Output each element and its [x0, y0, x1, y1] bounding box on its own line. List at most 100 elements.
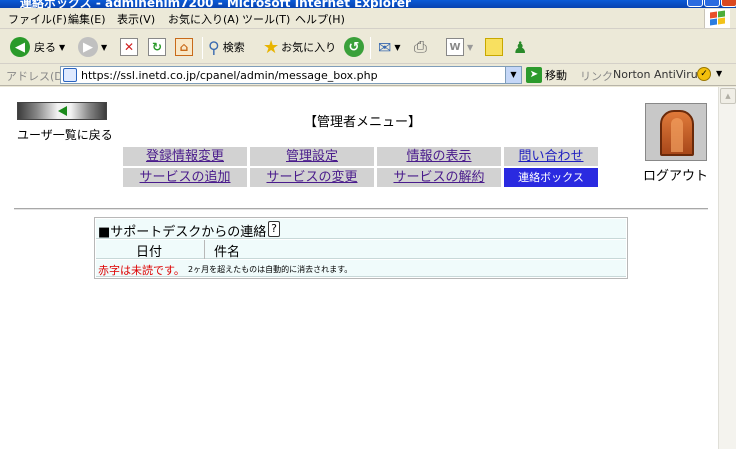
address-url[interactable]: https://ssl.inetd.co.jp/cpanel/admin/mes…: [81, 69, 378, 82]
norton-icon[interactable]: ✓: [697, 67, 711, 81]
menu-view[interactable]: 表示(V): [117, 11, 155, 27]
refresh-icon: ↻: [148, 38, 166, 56]
nav-link[interactable]: サービスの変更: [266, 170, 357, 185]
nav-link[interactable]: サービスの解約: [393, 170, 484, 185]
toolbar-separator: [370, 37, 371, 59]
unread-note: 赤字は未読です。: [98, 264, 185, 277]
sticky-note-icon: [485, 38, 503, 56]
maximize-button[interactable]: [704, 0, 720, 7]
messenger-icon: ♟: [513, 37, 528, 57]
nav-info-display[interactable]: 情報の表示: [377, 147, 501, 166]
nav-link[interactable]: 登録情報変更: [146, 149, 224, 164]
panel-title: ■サポートデスクからの連絡: [98, 225, 267, 240]
refresh-button[interactable]: ↻: [148, 35, 166, 59]
nav-link[interactable]: 問い合わせ: [518, 149, 583, 164]
nav-admin-settings[interactable]: 管理設定: [250, 147, 374, 166]
go-label: 移動: [545, 69, 567, 82]
dropdown-arrow-icon[interactable]: ▼: [716, 69, 722, 78]
nav-link[interactable]: 情報の表示: [406, 149, 471, 164]
menu-favorites[interactable]: お気に入り(A): [168, 11, 239, 27]
windows-logo-icon: [704, 9, 730, 28]
nav-active-label: 連絡ボックス: [518, 171, 584, 184]
panel-note-row: 赤字は未読です。 2ヶ月を超えたものは自動的に消去されます。: [96, 260, 626, 277]
norton-antivirus-label[interactable]: Norton AntiVirus: [613, 68, 703, 81]
word-icon: W: [446, 38, 464, 56]
nav-link[interactable]: サービスの追加: [139, 170, 230, 185]
messenger-button[interactable]: ♟: [513, 35, 527, 59]
scroll-up-arrow-icon[interactable]: ▲: [720, 88, 736, 104]
back-label: 戻る: [34, 41, 56, 54]
back-arrow-icon: ◀: [10, 37, 30, 57]
favorites-label: お気に入り: [281, 41, 337, 54]
column-divider: [204, 240, 205, 259]
nav-link[interactable]: 管理設定: [286, 149, 338, 164]
nav-service-change[interactable]: サービスの変更: [250, 168, 374, 187]
nav-message-box[interactable]: 連絡ボックス: [504, 168, 598, 187]
search-label: 検索: [222, 41, 245, 54]
nav-service-cancel[interactable]: サービスの解約: [377, 168, 501, 187]
vertical-scrollbar[interactable]: ▲: [718, 87, 736, 449]
nav-inquiry[interactable]: 問い合わせ: [504, 147, 598, 166]
note-button[interactable]: [485, 35, 503, 59]
page-icon: [63, 68, 77, 82]
forward-button[interactable]: ▶ ▼: [78, 35, 107, 59]
admin-menu-title: 【管理者メニュー】: [304, 115, 422, 130]
home-button[interactable]: ⌂: [175, 35, 193, 59]
address-dropdown-icon[interactable]: ▼: [505, 67, 521, 83]
column-header-subject: 件名: [214, 245, 241, 260]
history-button[interactable]: ↺: [344, 35, 364, 59]
column-header-date: 日付: [136, 245, 163, 260]
window-title: 連絡ボックス - adminehim7200 - Microsoft Inter…: [20, 0, 411, 8]
stop-button[interactable]: ✕: [120, 35, 138, 59]
menu-file[interactable]: ファイル(F): [8, 11, 67, 27]
star-icon: ★: [263, 36, 280, 58]
favorites-button[interactable]: ★ お気に入り: [263, 35, 336, 59]
search-icon: ⚲: [208, 37, 220, 57]
menu-edit[interactable]: 編集(E): [68, 11, 106, 27]
nav-service-add[interactable]: サービスの追加: [123, 168, 247, 187]
printer-icon: ⎙: [414, 37, 427, 56]
divider: [14, 208, 708, 210]
go-button[interactable]: ➤ 移動: [526, 67, 567, 83]
panel-header-row: ■サポートデスクからの連絡 ?: [96, 219, 626, 240]
dropdown-arrow-icon[interactable]: ▼: [467, 43, 473, 52]
edit-button[interactable]: W ▼: [446, 35, 473, 59]
search-button[interactable]: ⚲ 検索: [208, 35, 245, 59]
print-button[interactable]: ⎙: [414, 35, 427, 59]
address-label: アドレス(D): [6, 70, 68, 83]
panel-column-headers: 日付 件名: [96, 240, 626, 260]
links-label[interactable]: リンク: [580, 68, 613, 84]
address-input[interactable]: https://ssl.inetd.co.jp/cpanel/admin/mes…: [60, 66, 522, 84]
logout-label[interactable]: ログアウト: [643, 165, 708, 184]
logout-door-icon[interactable]: [645, 103, 707, 161]
auto-delete-note: 2ヶ月を超えたものは自動的に消去されます。: [188, 265, 353, 274]
history-icon: ↺: [344, 37, 364, 57]
toolbar: ◀ 戻る ▼ ▶ ▼ ✕ ↻ ⌂ ⚲ 検索 ★ お気に入り ↺ ✉ ▼ ⎙ W …: [0, 30, 736, 64]
forward-arrow-icon: ▶: [78, 37, 98, 57]
back-to-list-label[interactable]: ユーザ一覧に戻る: [17, 126, 113, 143]
mail-button[interactable]: ✉ ▼: [378, 35, 401, 59]
home-icon: ⌂: [175, 38, 193, 56]
door-icon: [660, 110, 694, 156]
back-triangle-icon: [58, 106, 67, 116]
menu-tools[interactable]: ツール(T): [242, 11, 290, 27]
help-icon[interactable]: ?: [268, 221, 280, 237]
window-titlebar: 連絡ボックス - adminehim7200 - Microsoft Inter…: [0, 0, 736, 8]
stop-icon: ✕: [120, 38, 138, 56]
menu-help[interactable]: ヘルプ(H): [295, 11, 345, 27]
close-button[interactable]: [721, 0, 736, 7]
dropdown-arrow-icon[interactable]: ▼: [101, 43, 107, 52]
minimize-button[interactable]: [687, 0, 703, 7]
toolbar-separator: [202, 37, 203, 59]
back-to-list-button[interactable]: [17, 102, 107, 120]
address-bar: アドレス(D) https://ssl.inetd.co.jp/cpanel/a…: [0, 64, 736, 86]
dropdown-arrow-icon[interactable]: ▼: [59, 43, 65, 52]
support-message-panel: ■サポートデスクからの連絡 ? 日付 件名 赤字は未読です。 2ヶ月を超えたもの…: [94, 217, 628, 279]
page-content: ユーザ一覧に戻る 【管理者メニュー】 登録情報変更 管理設定 情報の表示 問い合…: [0, 87, 718, 449]
menu-bar: ファイル(F) 編集(E) 表示(V) お気に入り(A) ツール(T) ヘルプ(…: [0, 8, 736, 29]
back-button[interactable]: ◀ 戻る ▼: [10, 35, 65, 59]
dropdown-arrow-icon[interactable]: ▼: [394, 43, 400, 52]
mail-icon: ✉: [378, 37, 392, 57]
nav-registration-change[interactable]: 登録情報変更: [123, 147, 247, 166]
go-arrow-icon: ➤: [526, 67, 542, 83]
